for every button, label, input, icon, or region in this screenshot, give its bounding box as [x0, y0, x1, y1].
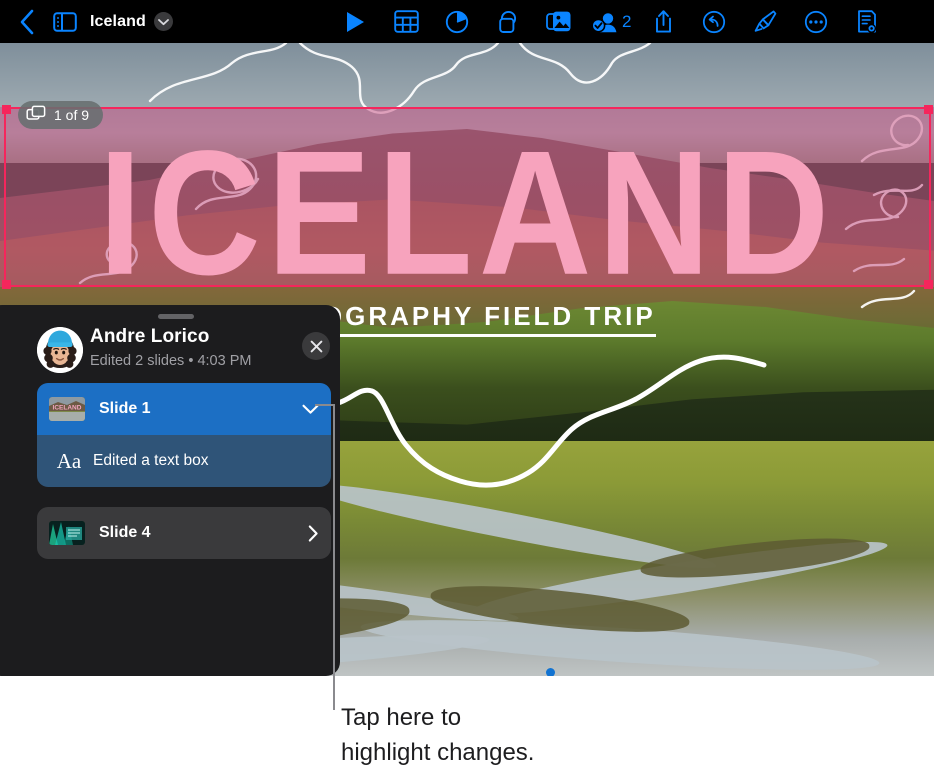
- chart-button[interactable]: [438, 3, 476, 41]
- slide-1-thumbnail: ICELAND: [49, 397, 85, 421]
- document-title-chevron-down-icon[interactable]: [153, 12, 173, 31]
- activity-author-name: Andre Lorico: [90, 326, 210, 347]
- activity-entry-label: Slide 4: [99, 524, 151, 541]
- callout-line-1: Tap here to: [341, 704, 462, 731]
- back-button[interactable]: [8, 3, 46, 41]
- collaborate-person-check-icon: [591, 12, 617, 33]
- slide-count-badge[interactable]: 1 of 9: [18, 101, 104, 129]
- undo-circle-arrow-icon: [703, 10, 726, 33]
- paintbrush-icon: [754, 10, 777, 32]
- ellipsis-circle-icon: [805, 10, 828, 33]
- play-button[interactable]: [336, 3, 374, 41]
- photos-stack-icon: [546, 11, 571, 32]
- media-button[interactable]: [540, 3, 578, 41]
- memoji-avatar-icon: [37, 327, 83, 373]
- callout-line-2: highlight changes.: [341, 739, 535, 766]
- toolbar-left-group: Iceland: [0, 3, 173, 41]
- callout-leader-tip: [315, 404, 335, 406]
- selection-handle-top-left[interactable]: [2, 105, 11, 114]
- shape-button[interactable]: [489, 3, 527, 41]
- chevron-right-icon[interactable]: [308, 524, 319, 542]
- document-title[interactable]: Iceland: [90, 13, 146, 31]
- callout-leader-line: [333, 404, 335, 710]
- sidebar-toggle-button[interactable]: [46, 3, 84, 41]
- top-toolbar: Iceland 2: [0, 0, 934, 43]
- svg-text:ICELAND: ICELAND: [53, 405, 82, 412]
- shapes-overlap-icon: [499, 10, 517, 33]
- activity-entry-header[interactable]: ICELAND Slide 1: [37, 383, 331, 435]
- app-root: Iceland 2 ICELAND GEOGRAPHY FIELD TRIP 1…: [0, 0, 934, 774]
- close-x-icon: [310, 340, 322, 352]
- slides-stack-icon: [26, 105, 46, 120]
- undo-button[interactable]: [695, 3, 733, 41]
- avatar: [37, 327, 83, 373]
- slide-4-thumbnail: [49, 521, 85, 545]
- collaborate-button[interactable]: 2: [591, 10, 631, 34]
- activity-panel: Andre Lorico Edited 2 slides • 4:03 PM I…: [0, 305, 340, 676]
- format-button[interactable]: [746, 3, 784, 41]
- collaborator-count: 2: [622, 11, 632, 31]
- share-up-arrow-icon: [656, 10, 671, 33]
- document-gear-icon: [858, 10, 877, 33]
- play-triangle-icon: [347, 11, 364, 32]
- close-panel-button[interactable]: [302, 332, 330, 360]
- activity-entry-slide-4: Slide 4: [37, 507, 331, 559]
- pie-chart-icon: [445, 10, 469, 33]
- toolbar-tool-group: 2: [336, 0, 886, 43]
- activity-change-text: Edited a text box: [93, 452, 209, 469]
- text-box-aa-icon: Aa: [56, 448, 82, 473]
- activity-entry-label: Slide 1: [99, 400, 151, 417]
- slide-count-text: 1 of 9: [54, 107, 90, 123]
- activity-entry-header[interactable]: Slide 4: [37, 507, 331, 559]
- activity-meta: Edited 2 slides • 4:03 PM: [90, 353, 252, 369]
- title-selection-box[interactable]: [2, 105, 933, 289]
- document-options-button[interactable]: [848, 3, 886, 41]
- selection-handle-top-right[interactable]: [924, 105, 933, 114]
- more-button[interactable]: [797, 3, 835, 41]
- activity-change-row[interactable]: Aa Edited a text box: [37, 435, 331, 487]
- callout-caption: Tap here to highlight changes.: [341, 700, 761, 770]
- table-grid-icon: [393, 10, 419, 33]
- selection-handle-bottom-left[interactable]: [2, 280, 11, 289]
- panel-drag-handle[interactable]: [158, 314, 194, 319]
- table-button[interactable]: [387, 3, 425, 41]
- activity-entry-slide-1: ICELAND Slide 1 Aa Edited a text box: [37, 383, 331, 487]
- selection-handle-bottom-right[interactable]: [924, 280, 933, 289]
- share-button[interactable]: [644, 3, 682, 41]
- activity-panel-header: Andre Lorico Edited 2 slides • 4:03 PM: [0, 323, 340, 379]
